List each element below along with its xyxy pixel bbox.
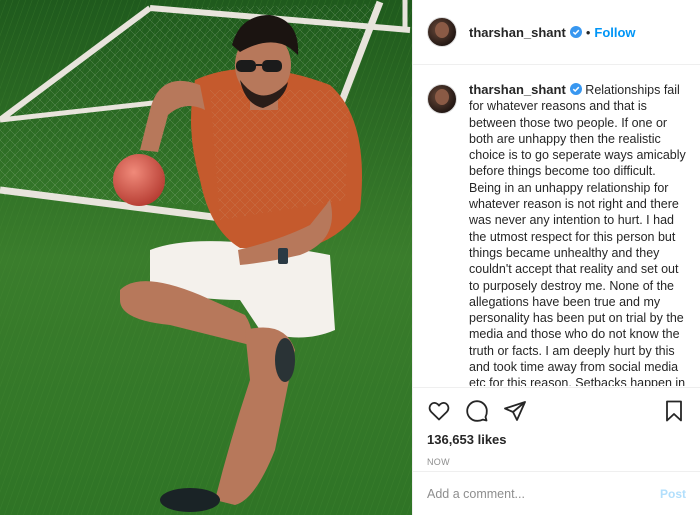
post-actions: 136,653 likes NOW (413, 387, 700, 467)
follow-button[interactable]: Follow (594, 25, 635, 40)
post-photo[interactable] (0, 0, 412, 515)
avatar[interactable] (427, 84, 457, 114)
caption: tharshan_shant Relationships fail for wh… (427, 82, 686, 386)
post-comment-button[interactable]: Post (660, 487, 686, 501)
comments-section[interactable]: tharshan_shant Relationships fail for wh… (413, 66, 700, 386)
username-link[interactable]: tharshan_shant (469, 25, 566, 40)
post-header: tharshan_shant • Follow (413, 0, 700, 65)
avatar[interactable] (427, 17, 457, 47)
verified-badge-icon (569, 26, 582, 38)
post-timestamp[interactable]: NOW (427, 457, 686, 467)
verified-badge-icon (569, 83, 582, 95)
comment-input[interactable] (427, 486, 660, 501)
comment-icon[interactable] (465, 399, 489, 423)
bookmark-icon[interactable] (662, 399, 686, 423)
share-icon[interactable] (503, 399, 527, 423)
caption-body: Relationships fail for whatever reasons … (469, 83, 686, 386)
caption-username[interactable]: tharshan_shant (469, 82, 566, 97)
post-details-panel: tharshan_shant • Follow tharshan_shant R… (412, 0, 700, 515)
caption-text: tharshan_shant Relationships fail for wh… (469, 82, 686, 386)
separator-dot: • (585, 24, 591, 40)
add-comment-bar: Post (413, 471, 700, 515)
likes-count[interactable]: 136,653 likes (427, 432, 686, 447)
heart-icon[interactable] (427, 399, 451, 423)
